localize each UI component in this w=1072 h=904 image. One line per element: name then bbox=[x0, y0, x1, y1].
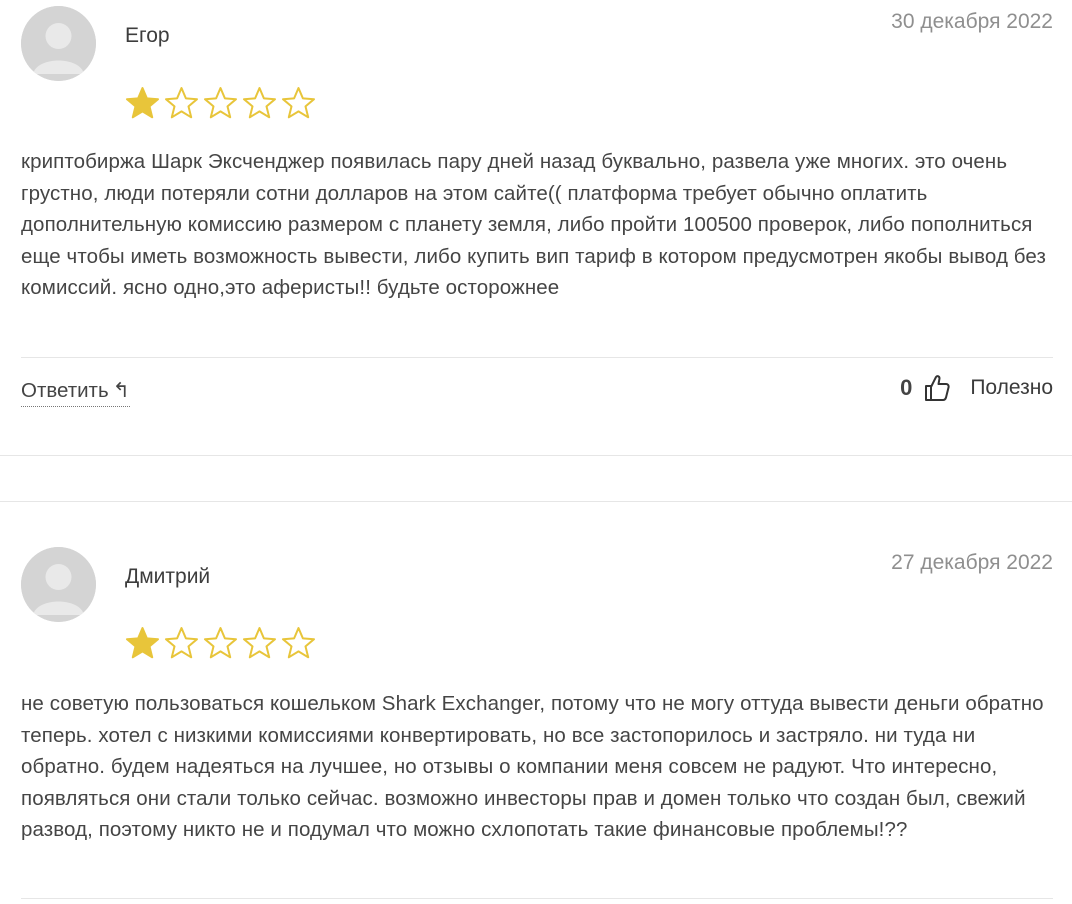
star-rating bbox=[124, 85, 317, 122]
helpful-button[interactable]: Полезно bbox=[970, 376, 1053, 400]
star-empty-icon bbox=[165, 87, 198, 119]
star-empty-icon bbox=[282, 627, 315, 659]
review-author: Егор bbox=[125, 24, 170, 47]
helpful-count: 0 bbox=[900, 375, 913, 400]
review-date: 27 декабря 2022 bbox=[891, 551, 1053, 574]
star-filled-icon bbox=[126, 87, 159, 119]
star-empty-icon bbox=[204, 87, 237, 119]
review-card: Егор 30 декабря 2022 криптобиржа Шарк Эк… bbox=[21, 0, 1053, 455]
reply-label: Ответить bbox=[21, 379, 109, 402]
section-separator bbox=[0, 455, 1072, 456]
star-empty-icon bbox=[243, 87, 276, 119]
star-rating bbox=[124, 625, 317, 662]
star-empty-icon bbox=[282, 87, 315, 119]
thumbs-up-icon[interactable] bbox=[924, 374, 950, 402]
star-empty-icon bbox=[243, 627, 276, 659]
divider bbox=[21, 357, 1053, 358]
review-text: криптобиржа Шарк Эксченджер появилась па… bbox=[21, 150, 1046, 300]
star-filled-icon bbox=[126, 627, 159, 659]
reply-arrow-icon: ↰ bbox=[112, 379, 130, 402]
review-author: Дмитрий bbox=[125, 565, 211, 588]
section-separator bbox=[0, 501, 1072, 502]
review-date: 30 декабря 2022 bbox=[891, 10, 1053, 33]
review-text: не советую пользоваться кошельком Shark … bbox=[21, 692, 1044, 842]
avatar bbox=[21, 6, 96, 81]
star-empty-icon bbox=[165, 627, 198, 659]
user-silhouette-icon bbox=[21, 547, 96, 622]
divider bbox=[21, 898, 1053, 899]
review-card: Дмитрий 27 декабря 2022 не советую польз… bbox=[21, 541, 1053, 904]
reply-link[interactable]: Ответить ↰ bbox=[21, 378, 130, 407]
avatar bbox=[21, 547, 96, 622]
helpful-vote: 0 Полезно bbox=[900, 374, 1053, 402]
star-empty-icon bbox=[204, 627, 237, 659]
user-silhouette-icon bbox=[21, 6, 96, 81]
